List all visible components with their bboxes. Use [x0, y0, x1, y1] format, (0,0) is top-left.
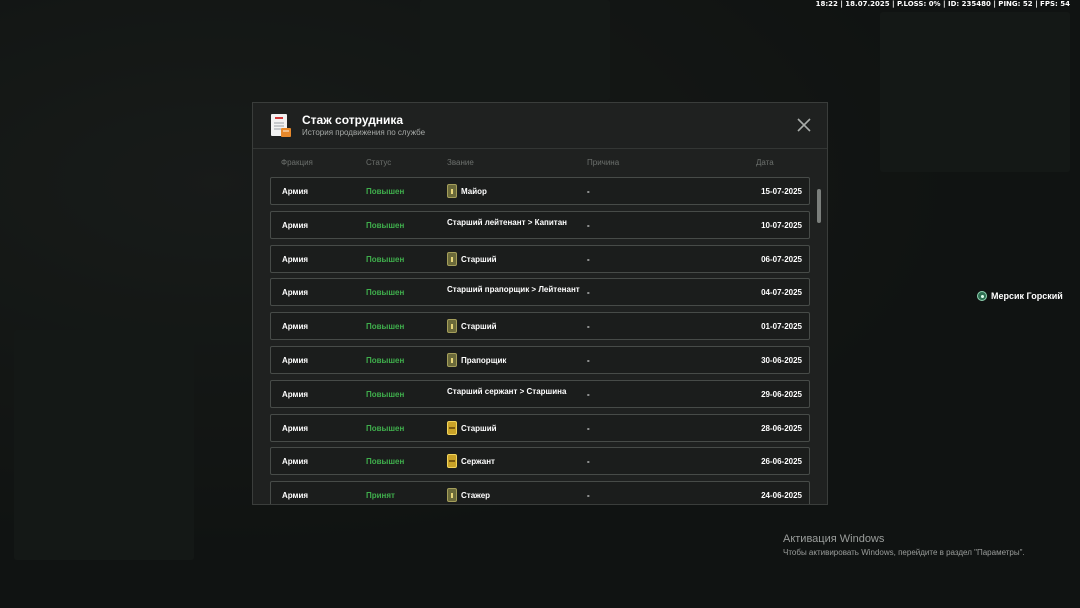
windows-activation-text: Чтобы активировать Windows, перейдите в …: [783, 548, 1025, 557]
reason-cell: -: [587, 288, 590, 297]
status-cell: Повышен: [366, 424, 405, 433]
rank-cell: Старший прапорщик > Лейтенант: [447, 285, 580, 294]
reason-cell: -: [587, 356, 590, 365]
faction-cell: Армия: [282, 390, 309, 399]
rank-text: Старший: [461, 254, 497, 264]
windows-activation-title: Активация Windows: [783, 533, 885, 545]
rank-cell: Старший: [447, 252, 497, 266]
rank-cell: Сержант: [447, 454, 495, 468]
status-cell: Повышен: [366, 322, 405, 331]
reason-cell: -: [587, 187, 590, 196]
reason-cell: -: [587, 457, 590, 466]
table-row: Армия Повышен Старший сержант > Старшина - 2…: [270, 380, 810, 408]
date-cell: 24-06-2025: [761, 491, 802, 500]
rank-text: Старший лейтенант > Капитан: [447, 218, 567, 227]
table-row: Армия Повышен Майор - 15-07-2025: [270, 177, 810, 205]
faction-cell: Армия: [282, 457, 309, 466]
column-status: Статус: [366, 158, 392, 167]
date-cell: 26-06-2025: [761, 457, 802, 466]
rank-cell: Прапорщик: [447, 353, 506, 367]
rank-insignia-icon: [447, 319, 457, 333]
rank-insignia-icon: [447, 421, 457, 435]
rank-insignia-icon: [447, 252, 457, 266]
player-name: Мерсик Горский: [991, 291, 1063, 301]
rank-text: Старший прапорщик > Лейтенант: [447, 285, 580, 294]
status-cell: Повышен: [366, 187, 405, 196]
faction-cell: Армия: [282, 255, 309, 264]
column-faction: Фракция: [281, 158, 313, 167]
player-nameplate: Мерсик Горский: [977, 291, 1063, 301]
table-row: Армия Повышен Старший - 01-07-2025: [270, 312, 810, 340]
faction-cell: Армия: [282, 322, 309, 331]
table-row: Армия Повышен Прапорщик - 30-06-2025: [270, 346, 810, 374]
rank-insignia-icon: [447, 184, 457, 198]
hud-stats-bar: 18:22 | 18.07.2025 | P.LOSS: 0% | ID: 23…: [815, 0, 1070, 8]
column-date: Дата: [756, 158, 774, 167]
date-cell: 15-07-2025: [761, 187, 802, 196]
rank-insignia-icon: [447, 353, 457, 367]
rank-text: Старший: [461, 423, 497, 433]
reason-cell: -: [587, 255, 590, 264]
faction-cell: Армия: [282, 356, 309, 365]
rank-insignia-icon: [447, 454, 457, 468]
date-cell: 01-07-2025: [761, 322, 802, 331]
date-cell: 06-07-2025: [761, 255, 802, 264]
rank-text: Старший: [461, 321, 497, 331]
status-cell: Принят: [366, 491, 395, 500]
faction-cell: Армия: [282, 187, 309, 196]
date-cell: 04-07-2025: [761, 288, 802, 297]
rank-text: Старший сержант > Старшина: [447, 387, 567, 396]
faction-cell: Армия: [282, 491, 309, 500]
faction-cell: Армия: [282, 221, 309, 230]
date-cell: 28-06-2025: [761, 424, 802, 433]
rank-cell: Старший: [447, 319, 497, 333]
date-cell: 10-07-2025: [761, 221, 802, 230]
rank-cell: Старший сержант > Старшина: [447, 387, 566, 396]
modal-subtitle: История продвижения по службе: [302, 128, 426, 137]
table-row: Армия Повышен Старший лейтенант > Капитан -…: [270, 211, 810, 239]
rank-text: Сержант: [461, 456, 495, 466]
windows-activation-watermark: Активация Windows Чтобы активировать Win…: [783, 533, 1025, 557]
table-row: Армия Повышен Сержант - 26-06-2025: [270, 447, 810, 475]
status-cell: Повышен: [366, 255, 405, 264]
status-cell: Повышен: [366, 356, 405, 365]
reason-cell: -: [587, 424, 590, 433]
table-row: Армия Принят Стажер - 24-06-2025: [270, 481, 810, 504]
rank-text: Стажер: [461, 490, 491, 500]
rank-cell: Старший лейтенант > Капитан: [447, 218, 567, 227]
rank-cell: Майор: [447, 184, 487, 198]
voice-indicator-icon: [977, 291, 987, 301]
close-icon[interactable]: [797, 118, 811, 132]
scrollbar-thumb[interactable]: [817, 189, 821, 223]
status-cell: Повышен: [366, 457, 405, 466]
status-cell: Повышен: [366, 288, 405, 297]
rank-text: Майор: [461, 186, 487, 196]
reason-cell: -: [587, 322, 590, 331]
faction-cell: Армия: [282, 288, 309, 297]
date-cell: 30-06-2025: [761, 356, 802, 365]
rank-cell: Стажер: [447, 488, 490, 502]
status-cell: Повышен: [366, 390, 405, 399]
reason-cell: -: [587, 390, 590, 399]
document-badge-icon: [271, 114, 291, 137]
rank-cell: Старший: [447, 421, 497, 435]
employee-seniority-modal: Стаж сотрудника История продвижения по с…: [252, 102, 828, 505]
table-row: Армия Повышен Старший прапорщик > Лейтенан…: [270, 278, 810, 306]
table-header: Фракция Статус Звание Причина Дата: [253, 158, 827, 170]
table-row: Армия Повышен Старший - 06-07-2025: [270, 245, 810, 273]
column-rank: Звание: [447, 158, 474, 167]
column-reason: Причина: [587, 158, 620, 167]
rank-insignia-icon: [447, 488, 457, 502]
modal-header: Стаж сотрудника История продвижения по с…: [253, 103, 827, 149]
reason-cell: -: [587, 221, 590, 230]
faction-cell: Армия: [282, 424, 309, 433]
date-cell: 29-06-2025: [761, 390, 802, 399]
reason-cell: -: [587, 491, 590, 500]
status-cell: Повышен: [366, 221, 405, 230]
rank-text: Прапорщик: [461, 355, 507, 365]
modal-title: Стаж сотрудника: [302, 113, 404, 127]
table-row: Армия Повышен Старший - 28-06-2025: [270, 414, 810, 442]
